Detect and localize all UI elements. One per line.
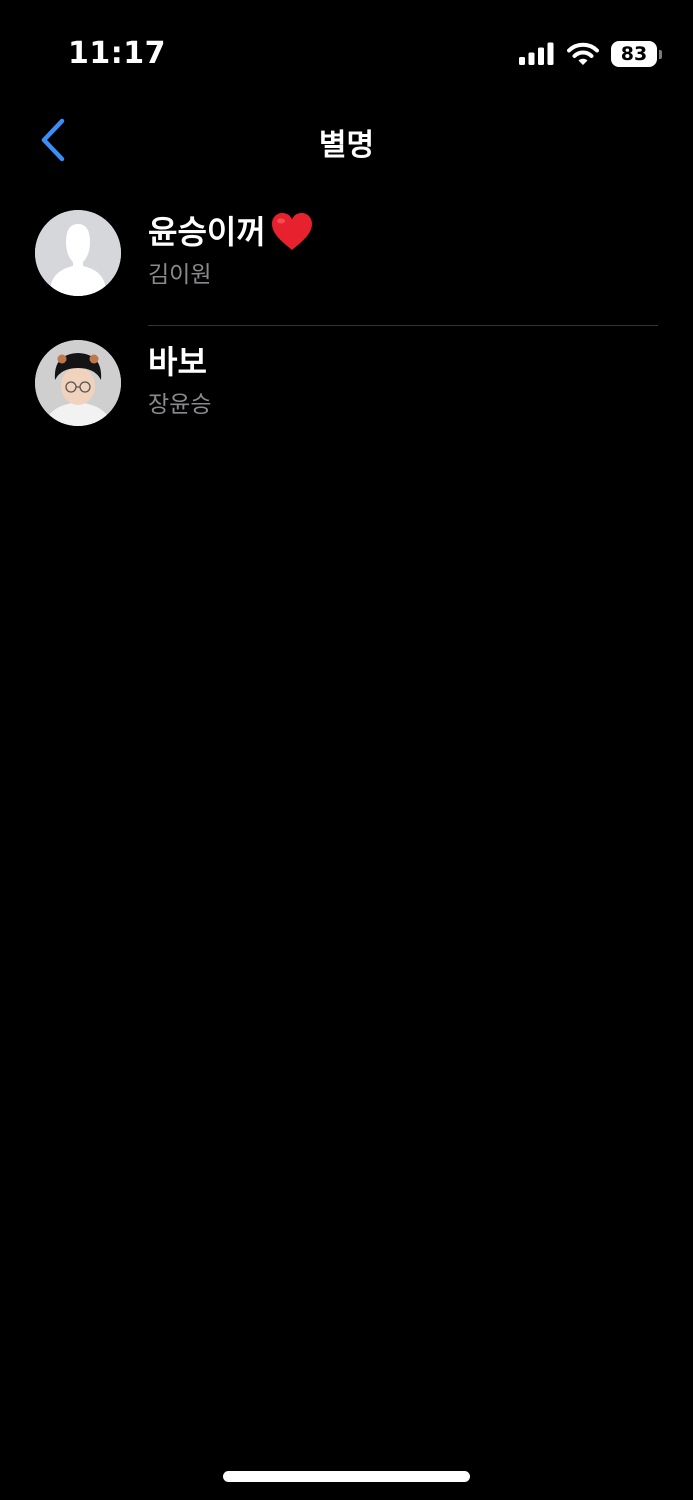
battery-percent: 83 [620, 43, 648, 65]
status-icons: 83 [519, 40, 662, 68]
page-title: 별명 [318, 128, 375, 163]
status-bar: 11:17 83 [0, 0, 693, 100]
nickname-list: 윤승이꺼 김이원 바보 장윤승 [0, 196, 693, 456]
heart-icon [270, 212, 314, 252]
wifi-icon [567, 42, 599, 65]
status-time: 11:17 [68, 36, 166, 71]
navigation-bar: 별명 [0, 100, 693, 180]
default-person-icon [35, 210, 121, 296]
contact-text: 윤승이꺼 김이원 [148, 210, 657, 292]
cellular-signal-icon [519, 42, 554, 65]
battery-indicator: 83 [611, 41, 662, 67]
nickname: 바보 [148, 343, 207, 381]
home-indicator[interactable] [223, 1471, 470, 1482]
nickname-line: 바보 [148, 340, 657, 384]
nickname: 윤승이꺼 [148, 213, 266, 251]
profile-photo [35, 340, 121, 426]
contact-text: 바보 장윤승 [148, 340, 657, 422]
real-name: 장윤승 [148, 392, 212, 418]
real-name: 김이원 [148, 262, 212, 288]
list-item[interactable]: 바보 장윤승 [0, 326, 693, 456]
avatar [35, 210, 121, 296]
nickname-line: 윤승이꺼 [148, 210, 657, 254]
avatar [35, 340, 121, 426]
list-item[interactable]: 윤승이꺼 김이원 [0, 196, 693, 326]
